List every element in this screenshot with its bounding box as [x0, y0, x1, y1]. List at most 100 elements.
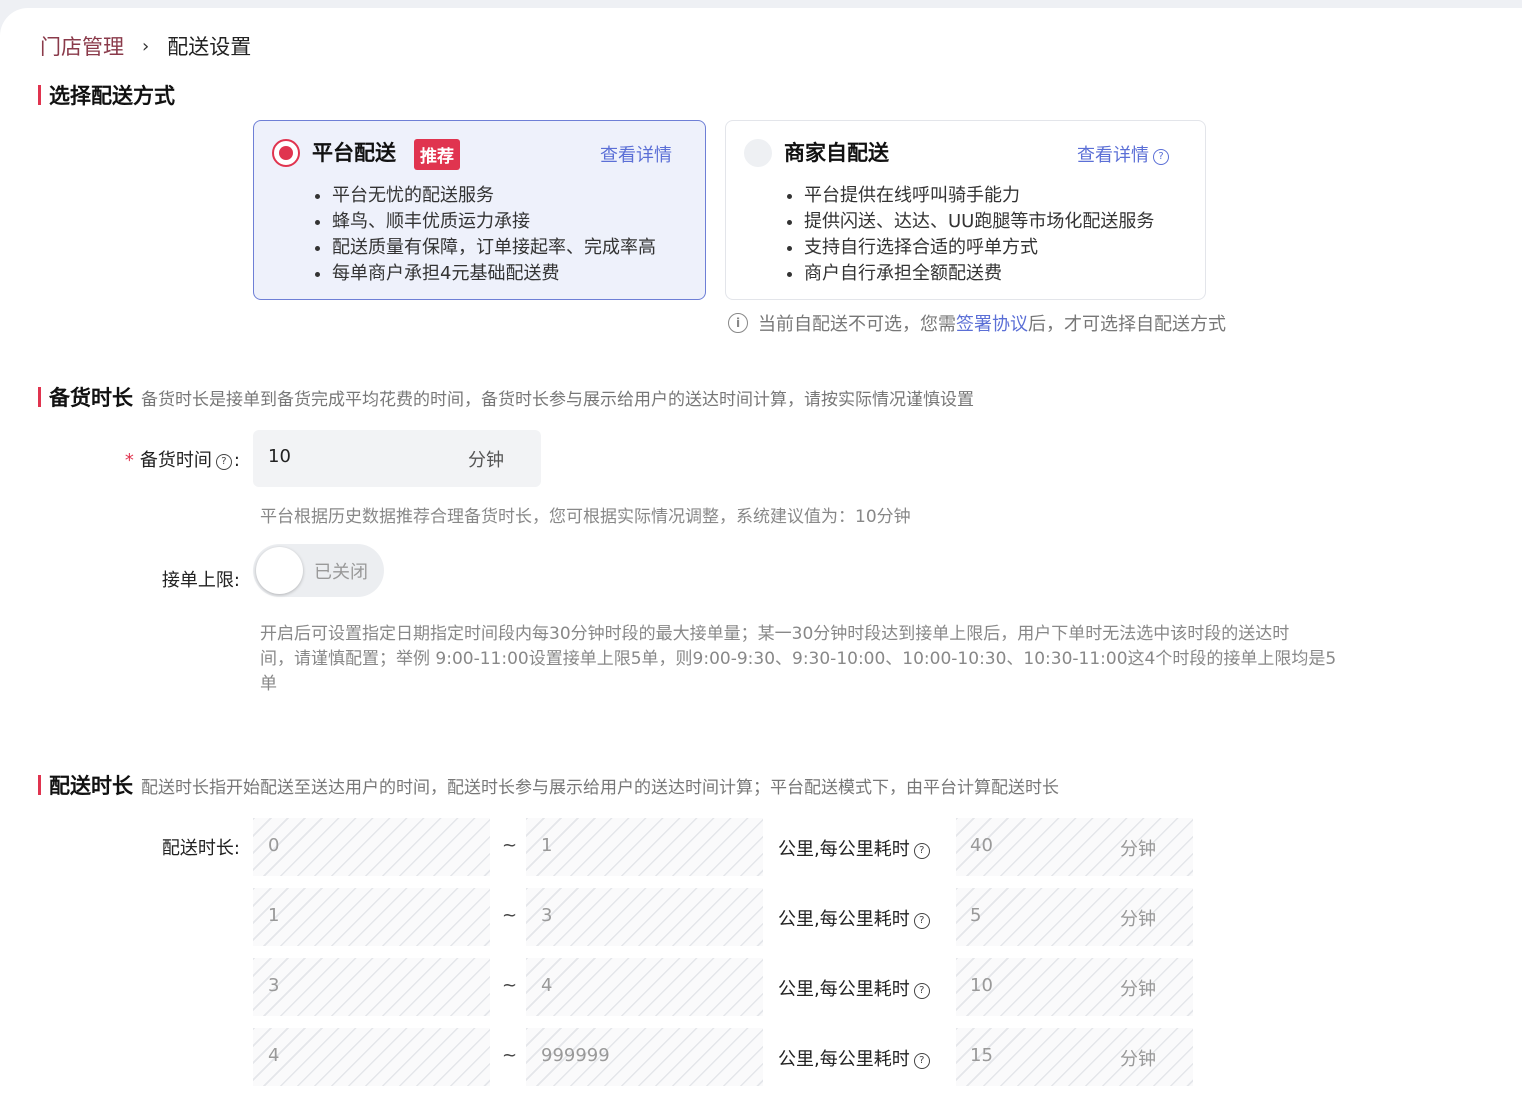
sign-agreement-link[interactable]: 签署协议	[956, 310, 1028, 336]
section-marker	[38, 387, 41, 407]
question-icon[interactable]: ?	[215, 454, 232, 470]
question-icon[interactable]: ?	[913, 843, 930, 859]
question-icon[interactable]: ?	[913, 983, 930, 999]
recommended-badge: 推荐	[414, 139, 460, 170]
per-km-label: 公里,每公里耗时?	[778, 1045, 932, 1071]
order-limit-label-text: 接单上限	[161, 570, 234, 591]
view-details-link[interactable]: 查看详情?	[1077, 141, 1169, 167]
section-delivery-method: 选择配送方式	[38, 80, 175, 110]
section-description: 备货时长是接单到备货完成平均花费的时间，备货时长参与展示给用户的送达时间计算，请…	[141, 389, 974, 410]
feature-list: 平台提供在线呼叫骑手能力 提供闪送、达达、UU跑腿等市场化配送服务 支持自行选择…	[782, 183, 1154, 287]
per-km-label: 公里,每公里耗时?	[778, 835, 932, 861]
card-title: 商家自配送	[784, 141, 889, 165]
distance-to-value: 3	[541, 905, 553, 926]
minutes-value: 10	[970, 975, 993, 996]
distance-from-value: 4	[268, 1045, 280, 1066]
distance-from-input: 4	[253, 1028, 490, 1086]
minutes-unit: 分钟	[1120, 909, 1156, 930]
order-limit-toggle[interactable]: 已关闭	[253, 544, 384, 597]
toggle-knob[interactable]	[256, 547, 303, 594]
section-prep-time: 备货时长 备货时长是接单到备货完成平均花费的时间，备货时长参与展示给用户的送达时…	[38, 382, 974, 412]
list-item: 蜂鸟、顺丰优质运力承接	[332, 209, 656, 235]
radio-unselected-icon[interactable]	[744, 139, 772, 167]
prep-time-input[interactable]: 10 分钟	[253, 430, 541, 487]
per-km-label-text: 公里,每公里耗时	[778, 839, 910, 860]
minutes-per-km-input: 10 分钟	[956, 958, 1193, 1016]
list-item: 商户自行承担全额配送费	[804, 261, 1154, 287]
distance-to-value: 1	[541, 835, 553, 856]
notice-text-before: 当前自配送不可选，您需	[758, 314, 956, 335]
minutes-unit: 分钟	[1120, 839, 1156, 860]
minutes-value: 5	[970, 905, 982, 926]
section-marker	[38, 85, 41, 105]
per-km-label-text: 公里,每公里耗时	[778, 1049, 910, 1070]
distance-from-input: 1	[253, 888, 490, 946]
distance-from-input: 3	[253, 958, 490, 1016]
section-title: 备货时长	[49, 386, 133, 410]
info-icon: i	[728, 313, 748, 333]
section-delivery-time: 配送时长 配送时长指开始配送至送达用户的时间，配送时长参与展示给用户的送达时间计…	[38, 770, 1059, 800]
minutes-value: 15	[970, 1045, 993, 1066]
minutes-unit: 分钟	[1120, 1049, 1156, 1070]
view-details-link[interactable]: 查看详情	[600, 141, 672, 167]
distance-to-input: 1	[526, 818, 763, 876]
platform-delivery-card[interactable]: 平台配送 推荐 查看详情 平台无忧的配送服务 蜂鸟、顺丰优质运力承接 配送质量有…	[253, 120, 706, 300]
breadcrumb-current: 配送设置	[167, 35, 252, 59]
minutes-per-km-input: 40 分钟	[956, 818, 1193, 876]
distance-to-input: 4	[526, 958, 763, 1016]
per-km-label: 公里,每公里耗时?	[778, 975, 932, 1001]
self-delivery-card[interactable]: 商家自配送 查看详情? 平台提供在线呼叫骑手能力 提供闪送、达达、UU跑腿等市场…	[725, 120, 1206, 300]
radio-selected-icon[interactable]	[272, 139, 300, 167]
range-separator: ~	[502, 1045, 518, 1066]
section-title: 选择配送方式	[49, 84, 175, 108]
self-delivery-notice: i 当前自配送不可选，您需 签署协议 后，才可选择自配送方式	[728, 310, 1226, 336]
breadcrumb: 门店管理 › 配送设置	[40, 26, 251, 66]
view-details-label: 查看详情	[1077, 145, 1149, 166]
list-item: 支持自行选择合适的呼单方式	[804, 235, 1154, 261]
list-item: 提供闪送、达达、UU跑腿等市场化配送服务	[804, 209, 1154, 235]
distance-to-value: 4	[541, 975, 553, 996]
per-km-label-text: 公里,每公里耗时	[778, 979, 910, 1000]
notice-text-after: 后，才可选择自配送方式	[1028, 314, 1226, 335]
distance-from-input: 0	[253, 818, 490, 876]
hint-line: 间，请谨慎配置；举例 9:00-11:00设置接单上限5单，则9:00-9:30…	[260, 649, 1337, 669]
per-km-label: 公里,每公里耗时?	[778, 905, 932, 931]
prep-time-label-text: 备货时间	[139, 450, 212, 471]
section-title: 配送时长	[49, 774, 133, 798]
question-icon[interactable]: ?	[1153, 149, 1169, 165]
prep-time-value[interactable]: 10	[268, 446, 291, 467]
feature-list: 平台无忧的配送服务 蜂鸟、顺丰优质运力承接 配送质量有保障，订单接起率、完成率高…	[310, 183, 656, 287]
section-marker	[38, 775, 41, 795]
list-item: 平台无忧的配送服务	[332, 183, 656, 209]
section-description: 配送时长指开始配送至送达用户的时间，配送时长参与展示给用户的送达时间计算；平台配…	[141, 777, 1059, 798]
required-mark: *	[124, 450, 134, 471]
distance-from-value: 0	[268, 835, 280, 856]
toggle-status-text: 已关闭	[314, 562, 368, 583]
range-separator: ~	[502, 905, 518, 926]
range-separator: ~	[502, 975, 518, 996]
card-title: 平台配送	[312, 141, 396, 165]
minutes-per-km-input: 15 分钟	[956, 1028, 1193, 1086]
minutes-unit: 分钟	[1120, 979, 1156, 1000]
hint-line: 开启后可设置指定日期指定时间段内每30分钟时段的最大接单量；某一30分钟时段达到…	[260, 624, 1290, 644]
order-limit-hint: 开启后可设置指定日期指定时间段内每30分钟时段的最大接单量；某一30分钟时段达到…	[260, 622, 1460, 697]
list-item: 平台提供在线呼叫骑手能力	[804, 183, 1154, 209]
minutes-per-km-input: 5 分钟	[956, 888, 1193, 946]
order-limit-label: 接单上限:	[161, 570, 240, 591]
delivery-time-label-text: 配送时长	[161, 838, 234, 859]
range-separator: ~	[502, 835, 518, 856]
hint-line: 单	[260, 674, 277, 694]
list-item: 每单商户承担4元基础配送费	[332, 261, 656, 287]
question-icon[interactable]: ?	[913, 1053, 930, 1069]
prep-time-hint: 平台根据历史数据推荐合理备货时长，您可根据实际情况调整，系统建议值为：10分钟	[260, 507, 911, 527]
breadcrumb-store-management[interactable]: 门店管理	[40, 31, 124, 61]
distance-from-value: 3	[268, 975, 280, 996]
distance-from-value: 1	[268, 905, 280, 926]
chevron-right-icon: ›	[142, 35, 150, 57]
list-item: 配送质量有保障，订单接起率、完成率高	[332, 235, 656, 261]
distance-to-input: 3	[526, 888, 763, 946]
prep-time-label: * 备货时间?:	[124, 450, 240, 471]
question-icon[interactable]: ?	[913, 913, 930, 929]
prep-time-unit: 分钟	[468, 450, 504, 471]
delivery-time-label: 配送时长:	[161, 838, 240, 859]
